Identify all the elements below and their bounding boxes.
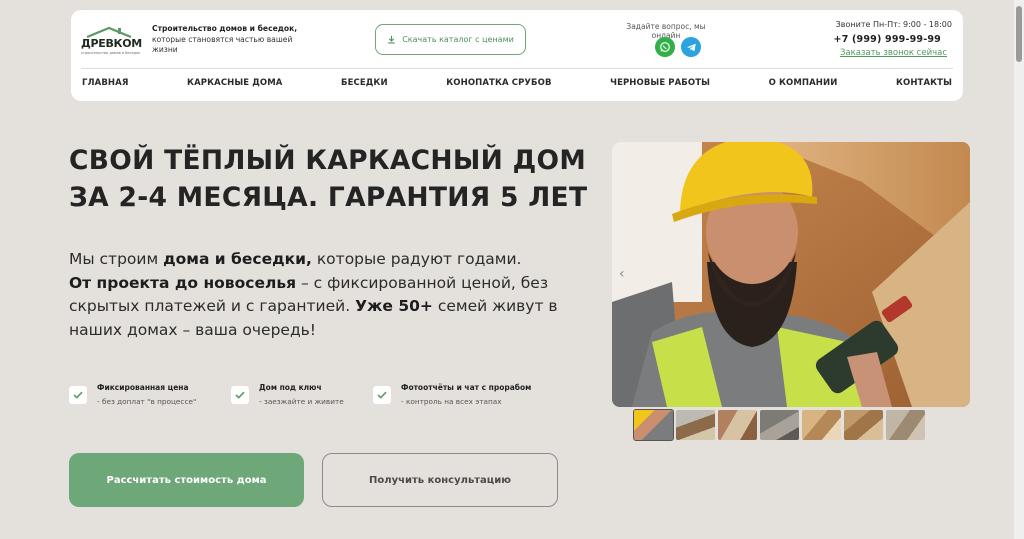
checkmark-icon bbox=[231, 386, 249, 404]
telegram-icon bbox=[686, 43, 696, 51]
nav-item-gazebos[interactable]: БЕСЕДКИ bbox=[341, 78, 388, 92]
feature-title: Фотоотчёты и чат с прорабом bbox=[401, 383, 532, 392]
download-catalog-button[interactable]: Скачать каталог с ценами bbox=[375, 24, 526, 55]
get-consultation-button[interactable]: Получить консультацию bbox=[322, 453, 558, 507]
slider-thumbnails bbox=[633, 409, 925, 441]
slider-thumbnail[interactable] bbox=[844, 410, 883, 440]
tagline-rest: которые становятся частью вашей жизни bbox=[152, 34, 293, 55]
hero-text-bold: дома и беседки, bbox=[163, 250, 312, 268]
download-icon bbox=[388, 35, 395, 44]
hero-title-line2: ЗА 2-4 МЕСЯЦА. ГАРАНТИЯ 5 ЛЕТ bbox=[69, 182, 588, 213]
slider-thumbnail[interactable] bbox=[633, 409, 674, 441]
slider-thumbnail[interactable] bbox=[886, 410, 925, 440]
feature-title: Фиксированная цена bbox=[97, 383, 189, 392]
feature-subtitle: - заезжайте и живите bbox=[259, 397, 344, 406]
logo-subtitle: строительство домов и беседок bbox=[81, 51, 141, 55]
feature-subtitle: - без доплат "в процессе" bbox=[97, 397, 197, 406]
logo[interactable]: ДРЕВКОМ строительство домов и беседок bbox=[81, 26, 142, 58]
calculate-cost-button[interactable]: Рассчитать стоимость дома bbox=[69, 453, 304, 507]
nav-item-about[interactable]: О КОМПАНИИ bbox=[769, 78, 838, 92]
checkmark-icon bbox=[373, 386, 391, 404]
slider-thumbnail[interactable] bbox=[760, 410, 799, 440]
builder-photo-illustration bbox=[612, 142, 970, 407]
slider-thumbnail[interactable] bbox=[676, 410, 715, 440]
feature-title: Дом под ключ bbox=[259, 383, 322, 392]
download-catalog-label: Скачать каталог с ценами bbox=[402, 35, 514, 44]
logo-text: ДРЕВКОМ bbox=[81, 37, 142, 50]
nav-item-rough-work[interactable]: ЧЕРНОВЫЕ РАБОТЫ bbox=[610, 78, 710, 92]
nav-item-frame-houses[interactable]: КАРКАСНЫЕ ДОМА bbox=[187, 78, 282, 92]
whatsapp-icon bbox=[660, 42, 670, 52]
tagline-bold: Строительство домов и беседок, bbox=[152, 24, 298, 33]
whatsapp-button[interactable] bbox=[655, 37, 675, 57]
checkmark-icon bbox=[69, 386, 87, 404]
scrollbar-thumb[interactable] bbox=[1016, 6, 1022, 62]
hero-photo bbox=[612, 142, 970, 407]
hero-text-bold: От проекта до новоселья bbox=[69, 273, 297, 292]
hero-title: СВОЙ ТЁПЛЫЙ КАРКАСНЫЙ ДОМ ЗА 2-4 МЕСЯЦА.… bbox=[69, 142, 609, 216]
telegram-button[interactable] bbox=[681, 37, 701, 57]
slider-thumbnail[interactable] bbox=[718, 410, 757, 440]
hero-description: Мы строим дома и беседки, которые радуют… bbox=[69, 248, 589, 342]
main-nav: ГЛАВНАЯ КАРКАСНЫЕ ДОМА БЕСЕДКИ КОНОПАТКА… bbox=[82, 78, 952, 92]
callback-link[interactable]: Заказать звонок сейчас bbox=[840, 48, 947, 58]
header-divider bbox=[81, 68, 953, 69]
call-hours: Звоните Пн-Пт: 9:00 - 18:00 bbox=[835, 20, 952, 29]
phone-number[interactable]: +7 (999) 999-99-99 bbox=[834, 34, 941, 45]
slider-prev-arrow[interactable]: ‹ bbox=[619, 266, 625, 282]
hero-text-part: Мы строим bbox=[69, 250, 164, 268]
hero-text-part: которые радуют годами. bbox=[311, 250, 522, 268]
header-tagline: Строительство домов и беседок, которые с… bbox=[152, 24, 312, 56]
nav-item-contacts[interactable]: КОНТАКТЫ bbox=[896, 78, 952, 92]
nav-item-home[interactable]: ГЛАВНАЯ bbox=[82, 78, 128, 92]
hero-title-line1: СВОЙ ТЁПЛЫЙ КАРКАСНЫЙ ДОМ bbox=[69, 145, 587, 176]
hero-text-bold: Уже 50+ bbox=[355, 297, 433, 315]
site-header: ДРЕВКОМ строительство домов и беседок Ст… bbox=[71, 10, 963, 101]
page-scrollbar[interactable] bbox=[1014, 0, 1024, 539]
nav-item-caulking[interactable]: КОНОПАТКА СРУБОВ bbox=[446, 78, 551, 92]
slider-thumbnail[interactable] bbox=[802, 410, 841, 440]
feature-subtitle: - контроль на всех этапах bbox=[401, 397, 502, 406]
